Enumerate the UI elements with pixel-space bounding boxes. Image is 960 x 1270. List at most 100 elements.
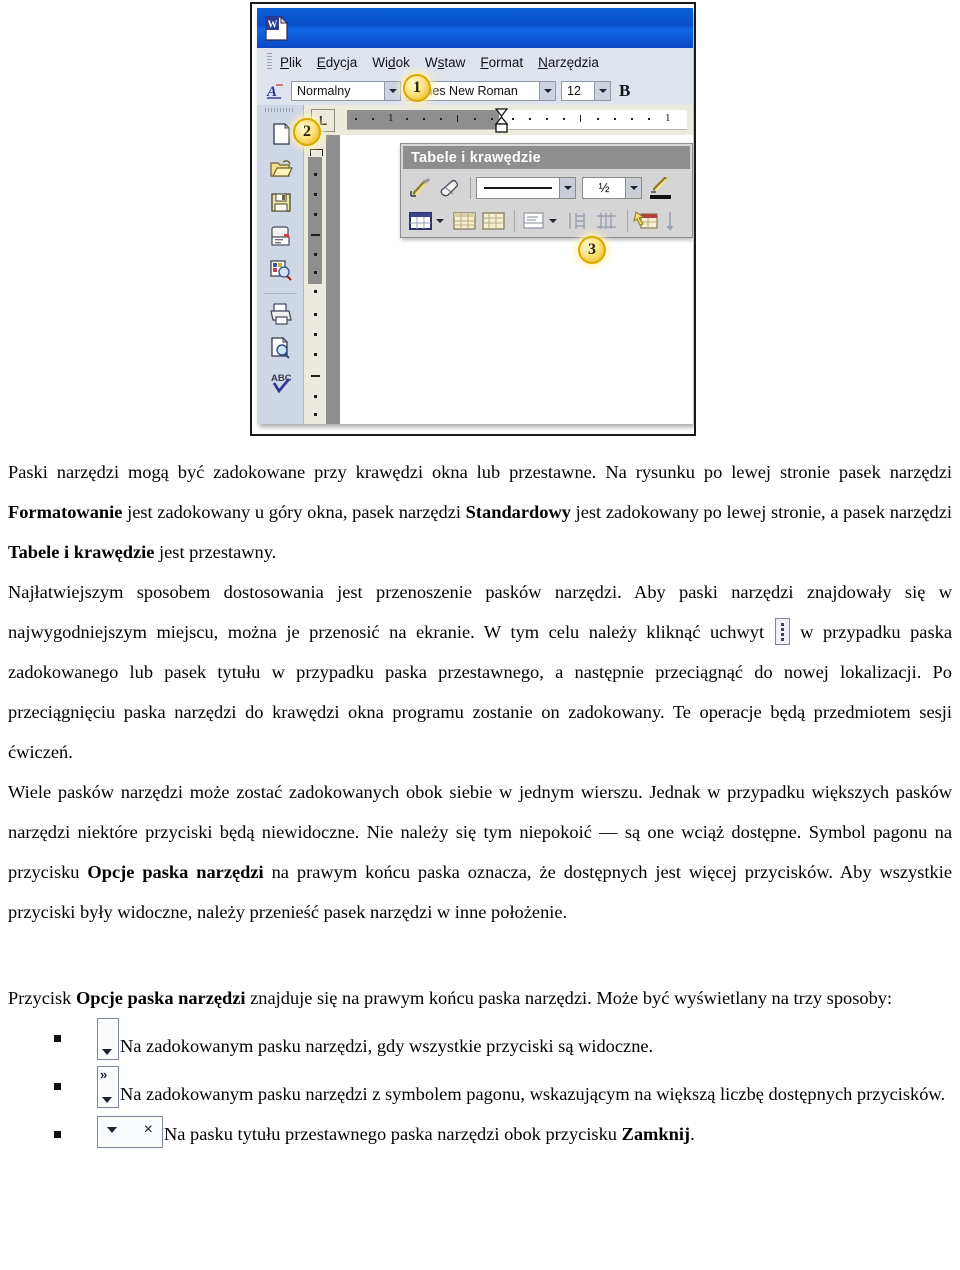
paragraph-3: Wiele pasków narzędzi może zostać zadoko…: [8, 772, 952, 932]
p1-bold-formatowanie: Formatowanie: [8, 502, 123, 522]
line-style-combo[interactable]: [476, 176, 576, 199]
align-icon[interactable]: [520, 208, 547, 234]
paragraph-1: Paski narzędzi mogą być zadokowane przy …: [8, 452, 952, 572]
list-item: Na zadokowanym pasku narzędzi, gdy wszys…: [8, 1018, 952, 1066]
p1-bold-standardowy: Standardowy: [465, 502, 571, 522]
print-preview-icon[interactable]: [268, 335, 294, 361]
standard-toolbar-grip-icon[interactable]: [265, 108, 295, 112]
style-combo-value: Normalny: [297, 83, 351, 98]
horizontal-ruler-row: L 1 1: [304, 105, 693, 135]
border-color-pencil-icon[interactable]: [647, 175, 674, 201]
p1-part-a: Paski narzędzi mogą być zadokowane przy …: [8, 462, 952, 482]
close-icon: ×: [143, 1121, 153, 1138]
word-screenshot-figure: W Plik Edycja Widok Wstaw Format Narzędz…: [0, 0, 960, 452]
font-size-combo-value: 12: [567, 83, 581, 98]
distribute-rows-icon[interactable]: [564, 208, 591, 234]
align-chevron-down-icon[interactable]: [549, 218, 557, 223]
line-style-chevron-down-icon[interactable]: [559, 177, 575, 198]
paragraph-4: Przycisk Opcje paska narzędzi znajduje s…: [8, 978, 952, 1018]
menu-item-widok[interactable]: Widok: [372, 55, 410, 70]
menu-item-wstaw[interactable]: Wstaw: [425, 55, 466, 70]
floating-toolbar-tabele-i-krawedzie[interactable]: Tabele i krawędzie ½: [400, 143, 693, 238]
window-titlebar: W: [257, 8, 693, 48]
horizontal-ruler[interactable]: 1 1: [347, 108, 687, 133]
eraser-icon[interactable]: [436, 175, 463, 201]
menubar-grip-icon[interactable]: [267, 53, 272, 71]
spellcheck-icon[interactable]: ABC: [268, 369, 294, 395]
list-item: » Na zadokowanym pasku narzędzi z symbole…: [8, 1066, 952, 1114]
word-window-frame: W Plik Edycja Widok Wstaw Format Narzędz…: [250, 2, 696, 436]
paragraph-2: Najłatwiejszym sposobem dostosowania jes…: [8, 572, 952, 772]
bullet-square-icon: [54, 1083, 61, 1090]
style-combo-chevron-down-icon[interactable]: [384, 81, 400, 100]
menu-bar[interactable]: Plik Edycja Widok Wstaw Format Narzędzia: [257, 48, 693, 76]
toolbar-options-docked-icon: [97, 1018, 119, 1060]
p4-bold-opcje: Opcje paska narzędzi: [75, 988, 246, 1008]
ruler-ticks: 1 1: [347, 110, 687, 129]
p1-part-e: jest przestawny.: [154, 542, 277, 562]
p2-part-b: w przypadku paska zadokowanego lub pasek…: [8, 622, 952, 762]
line-weight-combo[interactable]: ½: [582, 176, 642, 199]
floating-toolbar-row-1: ½: [403, 171, 690, 204]
toolbar-separator: [514, 209, 515, 232]
menu-item-edycja[interactable]: Edycja: [317, 55, 358, 70]
menu-item-format[interactable]: Format: [480, 55, 523, 70]
bullet-2-text: Na zadokowanym pasku narzędzi z symbolem…: [120, 1084, 946, 1104]
vertical-ruler-top-marker-icon: [310, 149, 323, 156]
ruler-number-left: 1: [388, 112, 394, 124]
toolbar-separator: [264, 293, 297, 294]
sort-icon[interactable]: [662, 208, 689, 234]
p1-bold-tabele: Tabele i krawędzie: [8, 542, 155, 562]
options-display-list: Na zadokowanym pasku narzędzi, gdy wszys…: [8, 1018, 952, 1154]
outside-border-icon[interactable]: [407, 208, 434, 234]
draw-table-pencil-icon[interactable]: [407, 175, 434, 201]
p3-bold-opcje: Opcje paska narzędzi: [87, 862, 264, 882]
line-style-sample-icon: [484, 186, 552, 189]
table-autoformat-icon[interactable]: [633, 208, 660, 234]
open-folder-icon[interactable]: [268, 155, 294, 181]
indent-marker-icon[interactable]: [495, 108, 508, 134]
distribute-columns-icon[interactable]: [593, 208, 620, 234]
print-icon[interactable]: [268, 301, 294, 327]
menu-item-narzedzia[interactable]: Narzędzia: [538, 55, 599, 70]
p1-part-d: jest zadokowany po lewej stronie, a pase…: [570, 502, 952, 522]
menu-item-plik[interactable]: Plik: [280, 55, 302, 70]
callout-badge-1: 1: [403, 74, 431, 102]
bullet-square-icon: [54, 1035, 61, 1042]
email-icon[interactable]: [268, 223, 294, 249]
line-weight-chevron-down-icon[interactable]: [625, 177, 641, 198]
bullet-1-text: Na zadokowanym pasku narzędzi, gdy wszys…: [120, 1036, 654, 1056]
font-size-combo-chevron-down-icon[interactable]: [594, 81, 610, 100]
bullet-3-text-after: .: [690, 1124, 695, 1144]
formatting-toolbar[interactable]: A Normalny Times New Roman 12 B: [257, 76, 693, 105]
p4-part-c: znajduje się na prawym końcu paska narzę…: [245, 988, 893, 1008]
toolbar-options-floating-icon: ×: [97, 1116, 163, 1148]
style-combo[interactable]: Normalny: [291, 80, 401, 101]
bold-button[interactable]: B: [619, 81, 630, 101]
floating-toolbar-row-2: [403, 204, 690, 237]
word-document-icon: W: [265, 16, 288, 41]
ruler-number-right: 1: [665, 112, 671, 124]
font-size-combo[interactable]: 12: [561, 80, 611, 101]
standard-toolbar-vertical[interactable]: ABC: [257, 105, 304, 424]
toolbar-separator: [627, 209, 628, 232]
insert-table-icon[interactable]: [480, 208, 507, 234]
line-weight-value: ½: [598, 180, 610, 195]
list-item: × Na pasku tytułu przestawnego paska narz…: [8, 1114, 952, 1154]
outside-border-chevron-down-icon[interactable]: [436, 218, 444, 223]
shading-color-icon[interactable]: [451, 208, 478, 234]
svg-text:ABC: ABC: [271, 373, 292, 384]
floating-toolbar-title[interactable]: Tabele i krawędzie: [403, 146, 690, 169]
chevron-double-right-icon: »: [100, 1067, 108, 1082]
bullet-3-text-before: Na pasku tytułu przestawnego paska narzę…: [164, 1124, 622, 1144]
search-web-icon[interactable]: [268, 257, 294, 283]
save-icon[interactable]: [268, 189, 294, 215]
new-document-icon[interactable]: [268, 121, 294, 147]
font-combo-chevron-down-icon[interactable]: [539, 81, 555, 100]
style-a-icon[interactable]: A: [265, 81, 287, 100]
bullet-3-bold-zamknij: Zamknij: [621, 1124, 691, 1144]
bullet-square-icon: [54, 1131, 61, 1138]
vertical-ruler[interactable]: [304, 135, 327, 424]
toolbar-options-chevron-icon: »: [97, 1066, 119, 1108]
